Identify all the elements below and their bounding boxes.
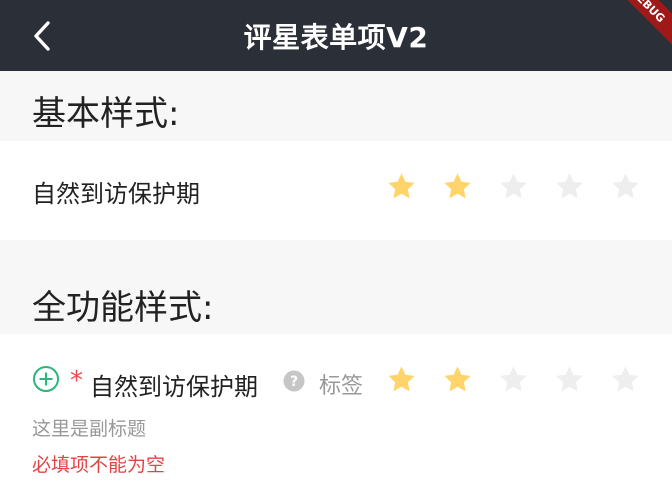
row-label: 自然到访保护期 <box>90 373 258 401</box>
error-message: 必填项不能为空 <box>32 454 166 476</box>
star-filled-icon[interactable] <box>442 364 473 395</box>
svg-text:?: ? <box>290 374 298 390</box>
star-empty-icon[interactable] <box>554 364 585 395</box>
star-filled-icon[interactable] <box>386 364 417 395</box>
row-subtitle: 这里是副标题 <box>32 418 147 440</box>
app-bar: 评星表单项V2 DEBUG <box>0 0 672 71</box>
star-empty-icon[interactable] <box>610 364 641 395</box>
star-filled-icon[interactable] <box>386 171 417 202</box>
star-filled-icon[interactable] <box>442 171 473 202</box>
section-title-basic: 基本样式: <box>32 94 180 134</box>
row-label: 自然到访保护期 <box>32 180 200 208</box>
star-empty-icon[interactable] <box>554 171 585 202</box>
star-empty-icon[interactable] <box>610 171 641 202</box>
star-empty-icon[interactable] <box>498 364 529 395</box>
star-empty-icon[interactable] <box>498 171 529 202</box>
star-rating[interactable] <box>386 171 641 202</box>
page-title: 评星表单项V2 <box>243 20 429 54</box>
rating-row-basic: 自然到访保护期 <box>0 141 672 240</box>
star-rating[interactable] <box>386 364 641 395</box>
plus-circle-icon[interactable] <box>32 365 60 397</box>
question-circle-icon[interactable]: ? <box>283 370 305 396</box>
tag-label: 标签 <box>319 374 364 399</box>
required-mark: * <box>70 366 83 396</box>
section-title-full: 全功能样式: <box>32 288 214 328</box>
